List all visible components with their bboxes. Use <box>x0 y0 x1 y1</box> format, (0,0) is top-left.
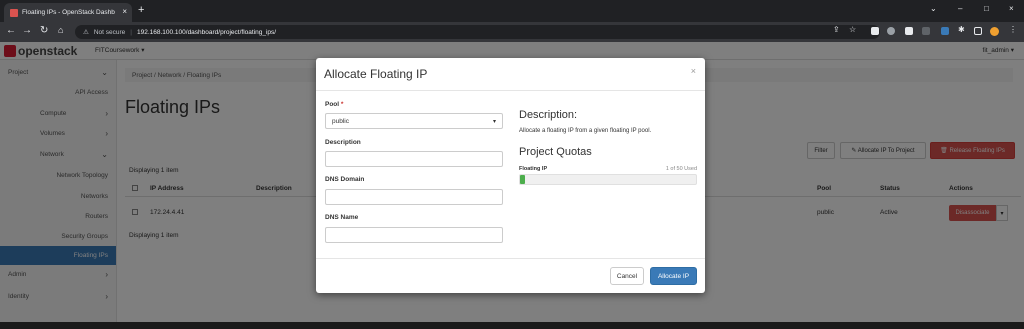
description-input[interactable] <box>325 151 503 167</box>
bookmark-star-icon[interactable]: ☆ <box>849 25 856 34</box>
address-bar[interactable]: ⚠ Not secure | 192.168.100.100/dashboard… <box>75 25 880 39</box>
allocate-ip-submit-button[interactable]: Allocate IP <box>650 267 697 285</box>
new-tab-icon[interactable]: + <box>138 4 144 16</box>
tab-close-icon[interactable]: × <box>122 7 127 16</box>
extension-5-icon[interactable] <box>941 27 949 35</box>
extension-3-icon[interactable] <box>905 27 913 35</box>
screen-frame: Floating IPs - OpenStack Dashb × + ⌄ – □… <box>0 0 1024 329</box>
quota-used: 1 of 50 Used <box>665 166 697 172</box>
quotas-heading: Project Quotas <box>519 146 592 158</box>
share-icon[interactable]: ⇪ <box>833 25 840 34</box>
close-window-icon[interactable]: × <box>1009 4 1014 13</box>
chevron-down-icon: ▾ <box>492 119 496 125</box>
pool-select[interactable]: public ▾ <box>325 113 503 129</box>
dns-domain-input[interactable] <box>325 189 503 205</box>
warning-icon: ⚠ <box>83 29 89 36</box>
help-text: Allocate a floating IP from a given floa… <box>519 128 652 134</box>
allocate-floating-ip-modal: Allocate Floating IP × Pool * public ▾ D… <box>316 58 705 293</box>
browser-toolbar: ← → ↻ ⌂ ⚠ Not secure | 192.168.100.100/d… <box>0 22 1024 42</box>
description-label: Description <box>325 139 361 146</box>
tab-search-icon[interactable]: ⌄ <box>930 4 937 13</box>
dns-name-input[interactable] <box>325 227 503 243</box>
browser-tab-bar: Floating IPs - OpenStack Dashb × + ⌄ – □… <box>0 0 1024 22</box>
quota-progress-bar <box>519 174 697 185</box>
pool-label: Pool * <box>325 101 344 108</box>
dns-domain-label: DNS Domain <box>325 176 365 183</box>
tab-title: Floating IPs - OpenStack Dashb <box>22 9 115 16</box>
profile-avatar[interactable] <box>990 27 999 36</box>
help-heading: Description: <box>519 109 578 121</box>
extension-1-icon[interactable] <box>871 27 879 35</box>
browser-menu-icon[interactable]: ⋮ <box>1009 25 1017 34</box>
side-panel-icon[interactable] <box>974 27 982 35</box>
maximize-icon[interactable]: □ <box>984 4 989 13</box>
url-text: 192.168.100.100/dashboard/project/floati… <box>136 28 277 36</box>
browser-tab[interactable]: Floating IPs - OpenStack Dashb × <box>4 3 132 22</box>
cancel-button[interactable]: Cancel <box>610 267 644 285</box>
back-icon[interactable]: ← <box>6 25 16 36</box>
openstack-favicon-icon <box>10 8 18 17</box>
extension-2-icon[interactable] <box>887 27 895 35</box>
security-label: Not secure <box>93 28 126 36</box>
close-icon[interactable]: × <box>691 66 696 76</box>
extension-4-icon[interactable] <box>922 27 930 35</box>
extensions-puzzle-icon[interactable]: ✱ <box>958 25 965 34</box>
quota-label: Floating IP <box>519 166 548 172</box>
forward-icon[interactable]: → <box>22 25 32 36</box>
reload-icon[interactable]: ↻ <box>40 25 48 36</box>
home-icon[interactable]: ⌂ <box>58 25 63 35</box>
quota-progress-fill <box>520 175 526 184</box>
required-marker: * <box>340 101 344 108</box>
modal-title: Allocate Floating IP <box>324 67 428 81</box>
dns-name-label: DNS Name <box>325 214 359 221</box>
browser-window: Floating IPs - OpenStack Dashb × + ⌄ – □… <box>0 0 1024 322</box>
minimize-icon[interactable]: – <box>958 4 962 13</box>
